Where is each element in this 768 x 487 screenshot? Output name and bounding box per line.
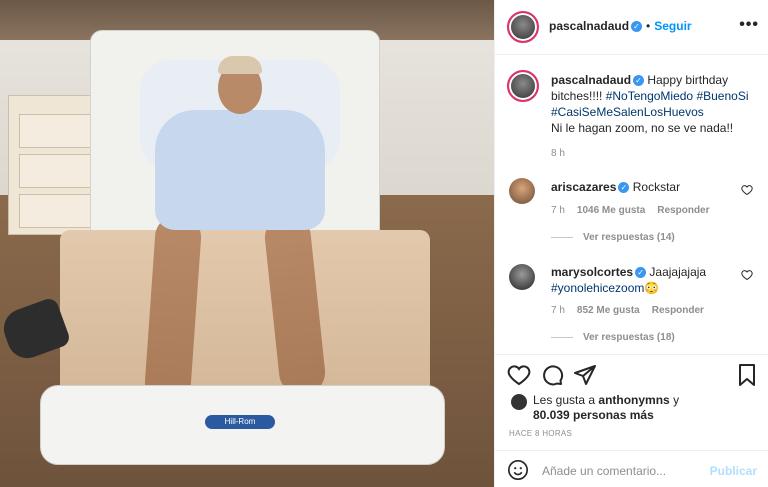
comment-time[interactable]: 7 h (551, 205, 565, 216)
replies-divider (551, 337, 573, 338)
liker-username[interactable]: anthonymns (598, 393, 669, 407)
caption-author-avatar[interactable] (507, 70, 539, 102)
comment-body: Jaajajajaja (649, 265, 707, 279)
comment-meta: 7 h 852 Me gusta Responder (551, 305, 704, 316)
view-replies-label: Ver respuestas (14) (583, 232, 675, 243)
caption-time[interactable]: 8 h (551, 148, 565, 159)
verified-icon: ✓ (631, 21, 643, 33)
view-replies-label: Ver respuestas (18) (583, 332, 675, 343)
like-comment-heart-icon[interactable] (741, 184, 753, 196)
likes-suffix: y (673, 393, 680, 407)
commenter-avatar[interactable] (509, 264, 535, 290)
comment-username[interactable]: ariscazares (551, 180, 616, 194)
caption-username[interactable]: pascalnadaud (551, 73, 631, 87)
reply-button[interactable]: Responder (657, 205, 709, 216)
likes-summary: Les gusta a anthonymns y 80.039 personas… (533, 393, 679, 423)
comment-time[interactable]: 7 h (551, 305, 565, 316)
separator-dot: • (646, 19, 651, 33)
reply-button[interactable]: Responder (652, 305, 704, 316)
verified-icon: ✓ (635, 267, 647, 279)
liker-avatar[interactable] (511, 394, 527, 410)
comment-username[interactable]: marysolcortes (551, 265, 633, 279)
emoji-smiley-icon[interactable] (507, 459, 529, 481)
hashtag[interactable]: #NoTengoMiedo (606, 89, 693, 103)
publish-button[interactable]: Publicar (710, 464, 757, 478)
photo-bed-brand-label: Hill-Rom (205, 415, 275, 429)
commenter-avatar[interactable] (509, 178, 535, 204)
author-avatar[interactable] (507, 11, 539, 43)
replies-divider (551, 237, 573, 238)
comment-input[interactable]: Añade un comentario... (542, 464, 666, 478)
likes-prefix: Les gusta a (533, 393, 596, 407)
like-heart-icon[interactable] (507, 363, 531, 387)
add-comment-bar: Añade un comentario... Publicar (495, 450, 768, 487)
post-actions: Les gusta a anthonymns y 80.039 personas… (495, 354, 768, 487)
comments-scroll-area[interactable]: pascalnadaud ✓ Happy birthday bitches!!!!… (495, 56, 768, 354)
hashtag[interactable]: #yonolehicezoom (551, 281, 644, 295)
post-photo[interactable]: Hill-Rom (0, 0, 494, 487)
hashtag[interactable]: #BuenoSi (696, 89, 748, 103)
photo-gown (155, 110, 325, 230)
caption-body-line2: Ni le hagan zoom, no se ve nada!! (551, 121, 734, 135)
post-sidebar: pascalnadaud ✓ • Seguir ••• pascalnadaud ✓ H… (494, 0, 768, 487)
comment-likes[interactable]: 852 Me gusta (577, 305, 640, 316)
post-header: pascalnadaud ✓ • Seguir ••• (495, 0, 768, 55)
author-username[interactable]: pascalnadaud (549, 19, 629, 33)
comment-bubble-icon[interactable] (540, 363, 564, 387)
view-replies-button[interactable]: Ver respuestas (14) (551, 232, 675, 243)
hashtag[interactable]: #CasiSeMeSalenLosHuevos (551, 105, 704, 119)
view-replies-button[interactable]: Ver respuestas (18) (551, 332, 675, 343)
save-bookmark-icon[interactable] (735, 363, 759, 387)
likes-count[interactable]: 80.039 personas más (533, 408, 654, 422)
comment-likes[interactable]: 1046 Me gusta (577, 205, 645, 216)
header-user-row: pascalnadaud ✓ • Seguir (549, 19, 692, 33)
comment-text: marysolcortes ✓ Jaajajajaja #yonolehicezo… (551, 264, 726, 296)
photo-cap (218, 56, 262, 74)
flushed-emoji-icon: 😳 (644, 281, 660, 295)
verified-icon: ✓ (618, 182, 630, 194)
post-age[interactable]: HACE 8 HORAS (509, 429, 572, 438)
share-send-icon[interactable] (573, 363, 597, 387)
comment-meta: 7 h 1046 Me gusta Responder (551, 205, 710, 216)
caption-text: pascalnadaud ✓ Happy birthday bitches!!!!… (551, 72, 761, 136)
comment-text: ariscazares ✓ Rockstar (551, 179, 726, 195)
comment-body: Rockstar (632, 180, 681, 194)
follow-button[interactable]: Seguir (654, 19, 691, 33)
verified-icon: ✓ (633, 75, 645, 87)
more-options-icon[interactable]: ••• (739, 16, 759, 34)
like-comment-heart-icon[interactable] (741, 269, 753, 281)
